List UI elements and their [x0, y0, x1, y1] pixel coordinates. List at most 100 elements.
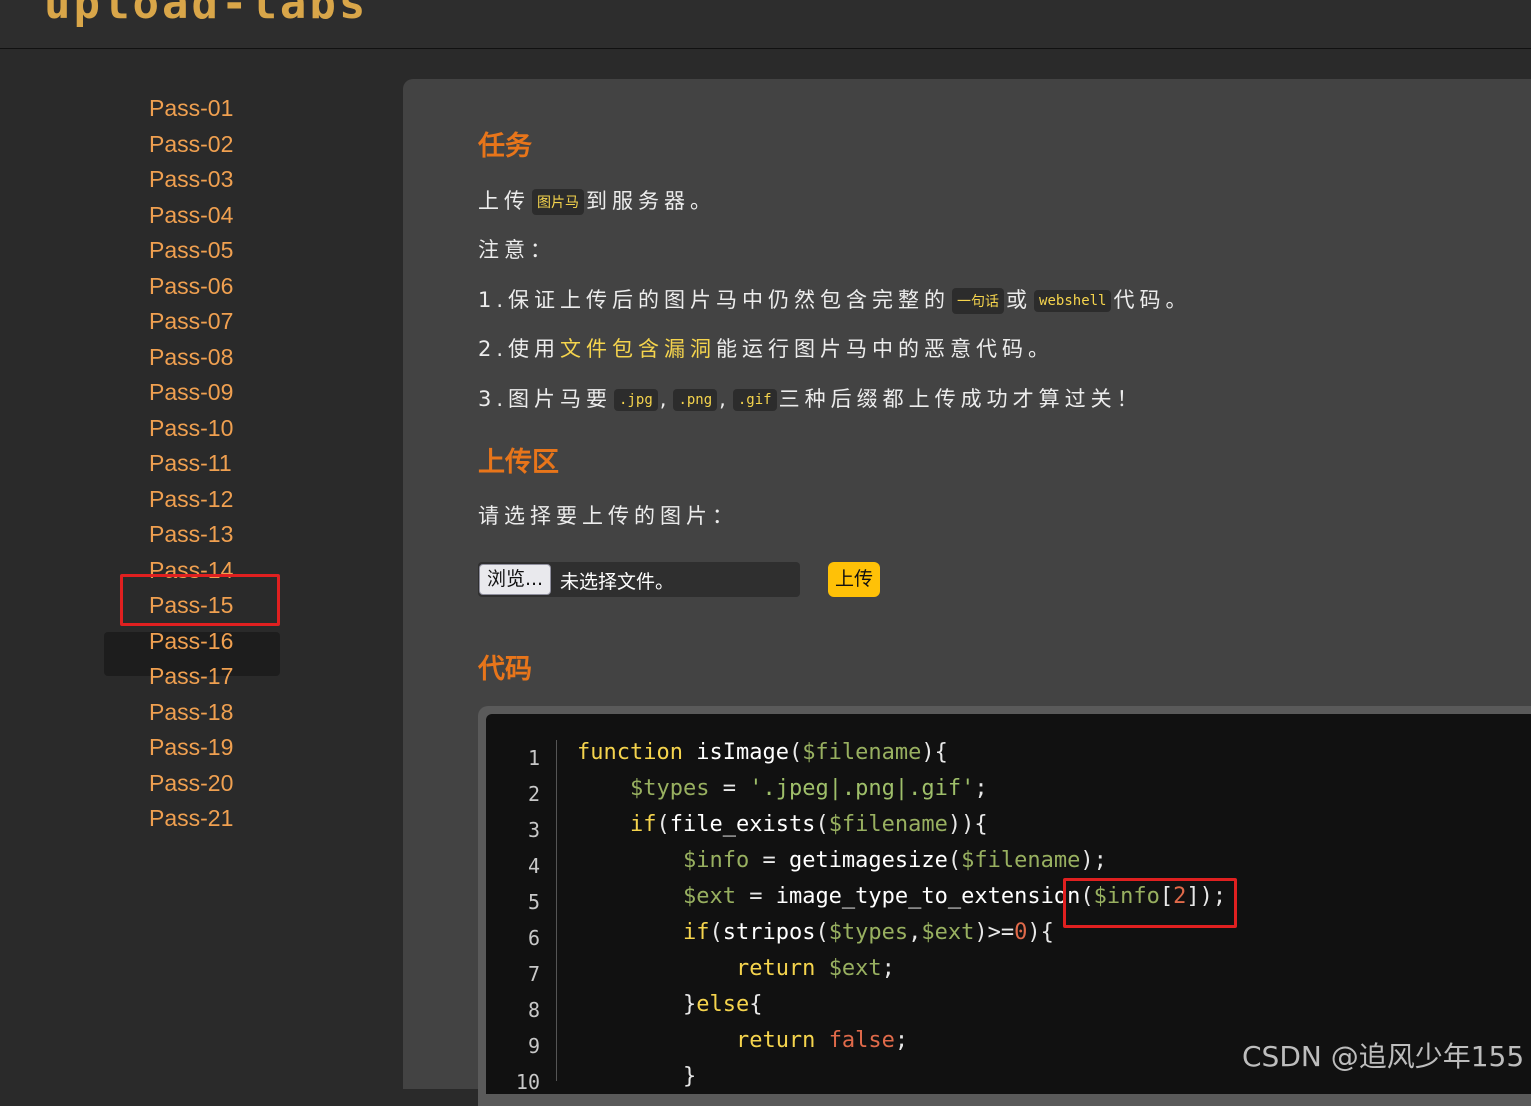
sidebar-item-pass-10[interactable]: Pass-10: [149, 413, 233, 443]
code-token: )>=: [974, 920, 1015, 945]
line-number: 1: [527, 746, 540, 770]
separator: ,: [719, 387, 731, 411]
code-token: );: [1080, 848, 1107, 873]
sidebar-item-pass-01[interactable]: Pass-01: [149, 93, 233, 123]
code-line: }: [577, 1064, 696, 1089]
code-token: $types: [828, 920, 909, 945]
note-text: 或: [1006, 288, 1033, 312]
site-logo[interactable]: upload-labs: [44, 0, 368, 29]
code-token: $filename: [802, 740, 922, 765]
browse-button[interactable]: 浏览...: [479, 564, 551, 595]
code-token: file_exists: [669, 812, 816, 837]
watermark: CSDN @追风少年155: [1242, 1040, 1525, 1073]
sidebar-item-pass-20[interactable]: Pass-20: [149, 768, 233, 798]
sidebar-item-pass-04[interactable]: Pass-04: [149, 200, 233, 230]
code-line: if(file_exists($filename)){: [577, 812, 988, 837]
note-text: 代码。: [1113, 288, 1192, 312]
code-token: getimagesize: [788, 848, 948, 873]
task-heading: 任务: [478, 131, 532, 162]
file-status: 未选择文件。: [560, 571, 675, 593]
code-heading: 代码: [478, 654, 532, 685]
sidebar-item-pass-08[interactable]: Pass-08: [149, 342, 233, 372]
note-label: 注意：: [478, 238, 556, 262]
code-token: if: [682, 920, 710, 945]
code-token: $ext: [921, 920, 975, 945]
code-token: (: [947, 848, 962, 873]
code-line: }else{: [577, 992, 763, 1017]
sidebar-item-pass-17[interactable]: Pass-17: [149, 661, 233, 691]
code-token: }: [577, 992, 697, 1017]
code-token: $info: [682, 848, 750, 873]
sidebar-item-pass-19[interactable]: Pass-19: [149, 732, 233, 762]
note-item-2: 2.使用文件包含漏洞能运行图片马中的恶意代码。: [478, 333, 1054, 363]
code-token: ;: [881, 956, 895, 981]
line-number: 2: [527, 782, 540, 806]
code-line: $info = getimagesize($filename);: [577, 848, 1107, 873]
code-token: (: [709, 920, 723, 945]
line-number: 4: [527, 854, 540, 878]
code-token: ;: [894, 1028, 909, 1053]
code-token: ){: [1027, 920, 1054, 945]
code-token: (: [656, 812, 670, 837]
code-token: isImage: [696, 740, 789, 765]
code-token: =: [735, 884, 776, 909]
note-text: 1.保证上传后的图片马中仍然包含完整的: [478, 288, 951, 312]
code-token: }: [577, 1064, 697, 1089]
sidebar-item-pass-16[interactable]: Pass-16: [149, 626, 233, 656]
code-token: (: [788, 740, 803, 765]
upload-heading: 上传区: [478, 447, 559, 478]
annotation-box-pass15: [120, 574, 280, 626]
task-line-1: 上传 图片马 到服务器。: [478, 185, 716, 215]
code-token: stripos: [722, 920, 816, 945]
sidebar-item-pass-06[interactable]: Pass-06: [149, 271, 233, 301]
tag-png: .png: [673, 389, 718, 411]
code-token: $filename: [961, 848, 1081, 873]
note-text: 3.图片马要: [478, 387, 613, 411]
code-token: ){: [921, 740, 948, 765]
upload-button[interactable]: 上传: [828, 562, 880, 597]
sidebar-item-pass-13[interactable]: Pass-13: [149, 519, 233, 549]
file-inclusion-link[interactable]: 文件包含漏洞: [560, 337, 716, 361]
code-token: (: [815, 812, 829, 837]
code-token: $ext: [682, 884, 736, 909]
sidebar-item-pass-09[interactable]: Pass-09: [149, 377, 233, 407]
file-input[interactable]: 浏览... 未选择文件。: [478, 562, 800, 597]
sidebar-item-pass-02[interactable]: Pass-02: [149, 129, 233, 159]
line-number: 3: [527, 818, 540, 842]
note-item-1: 1.保证上传后的图片马中仍然包含完整的 一句话或 webshell 代码。: [478, 284, 1191, 314]
code-token: $filename: [828, 812, 948, 837]
sidebar-item-pass-07[interactable]: Pass-07: [149, 306, 233, 336]
annotation-box-info2: [1063, 878, 1237, 928]
note-text: 2.使用: [478, 337, 561, 361]
sidebar-item-pass-12[interactable]: Pass-12: [149, 484, 233, 514]
sidebar-item-pass-18[interactable]: Pass-18: [149, 697, 233, 727]
code-line: return false;: [577, 1028, 908, 1053]
sidebar-item-pass-11[interactable]: Pass-11: [149, 448, 232, 478]
code-token: return: [735, 956, 816, 981]
note-item-3: 3.图片马要 .jpg, .png, .gif 三种后缀都上传成功才算过关！: [478, 383, 1143, 413]
task-text: 到服务器。: [586, 189, 716, 213]
tag-jpg: .jpg: [614, 389, 658, 411]
code-token: else: [696, 992, 750, 1017]
tag-image-horse: 图片马: [532, 189, 584, 215]
code-token: return: [735, 1028, 816, 1053]
code-line: return $ext;: [577, 956, 895, 981]
code-token: if: [629, 812, 657, 837]
sidebar-item-pass-21[interactable]: Pass-21: [149, 803, 233, 833]
code-token: 0: [1014, 920, 1028, 945]
tag-webshell: webshell: [1034, 290, 1112, 312]
note-text: 三种后缀都上传成功才算过关！: [778, 387, 1143, 411]
sidebar-item-pass-03[interactable]: Pass-03: [149, 164, 233, 194]
code-token: false: [828, 1028, 895, 1053]
line-number: 10: [515, 1070, 540, 1094]
sidebar-item-pass-05[interactable]: Pass-05: [149, 235, 233, 265]
